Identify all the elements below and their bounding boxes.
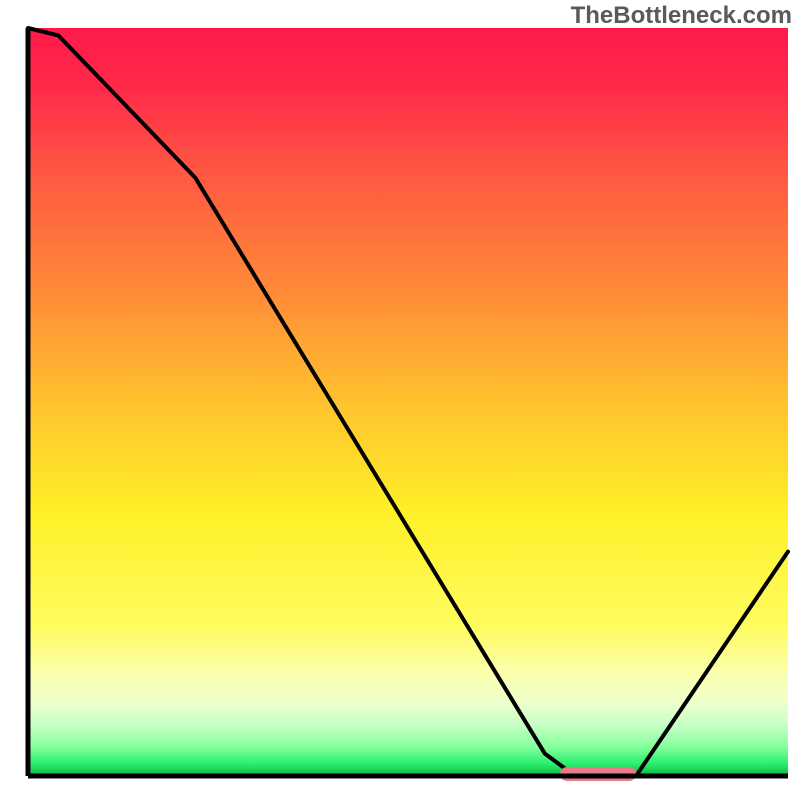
chart-container: TheBottleneck.com: [0, 0, 800, 800]
watermark-text: TheBottleneck.com: [571, 2, 792, 30]
bottleneck-chart: [0, 0, 800, 800]
gradient-background: [28, 28, 788, 776]
